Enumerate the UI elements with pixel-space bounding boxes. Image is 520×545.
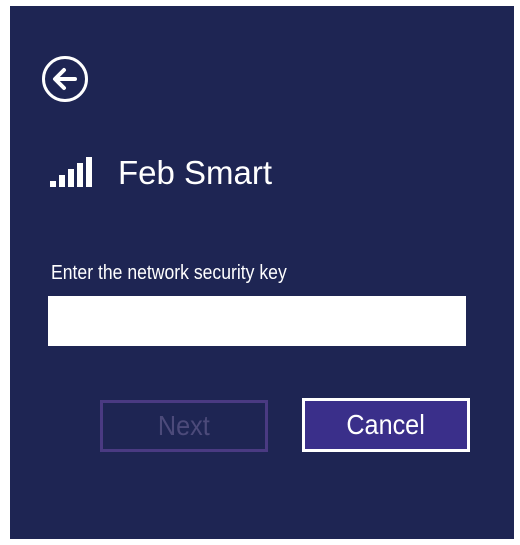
- wifi-signal-icon: [50, 157, 102, 187]
- network-row: Feb Smart: [50, 148, 272, 196]
- back-button[interactable]: [42, 56, 88, 102]
- cancel-button-label: Cancel: [346, 409, 426, 440]
- network-name: Feb Smart: [118, 153, 273, 191]
- back-arrow-icon: [53, 68, 77, 90]
- wifi-dialog: Feb Smart Enter the network security key…: [10, 6, 514, 539]
- next-button-label: Next: [158, 410, 210, 441]
- cancel-button[interactable]: Cancel: [302, 398, 470, 452]
- security-key-input[interactable]: [48, 296, 466, 346]
- next-button[interactable]: Next: [100, 400, 268, 452]
- security-key-label: Enter the network security key: [51, 262, 287, 284]
